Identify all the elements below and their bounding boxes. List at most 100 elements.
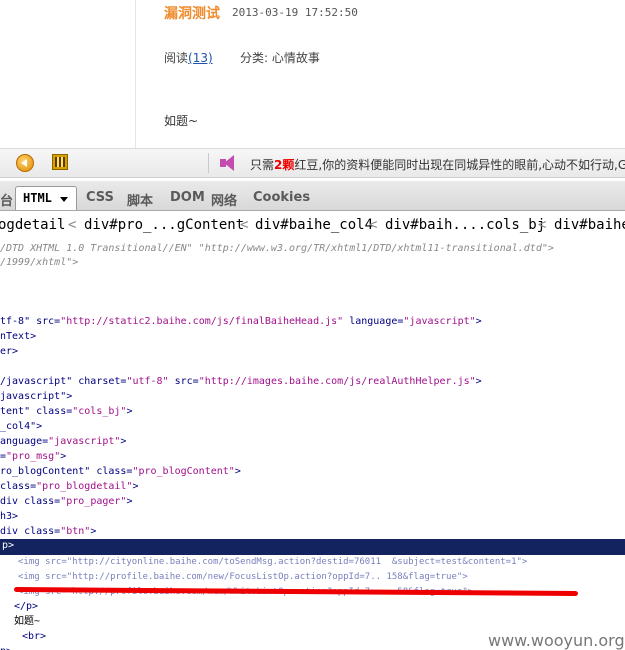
source-line[interactable]: ="pro_msg">: [0, 449, 66, 464]
speaker-icon: [220, 155, 236, 171]
crumb-separator-icon: <: [240, 217, 249, 233]
attr-value: "http://static2.baihe.com/js/finalBaiheH…: [60, 316, 344, 327]
firebug-tab-strip: 台 CSS 脚本 DOM 网络 Cookies: [0, 181, 625, 211]
source-line[interactable]: p>: [0, 644, 12, 650]
watermark: www.wooyun.org: [488, 631, 625, 650]
code-token: language=: [343, 316, 404, 327]
crumb-separator-icon: <: [68, 217, 77, 233]
code-token: er>: [0, 346, 19, 357]
crumb-item[interactable]: div#baihe_col4: [255, 217, 373, 233]
code-token: div class=: [0, 496, 61, 507]
code-token: >: [90, 526, 97, 537]
code-token: /javascript" charset=: [0, 376, 127, 387]
crumb-separator-icon: <: [538, 217, 547, 233]
code-token: >: [120, 436, 127, 447]
code-token: _col4">: [0, 421, 43, 432]
crumb-item[interactable]: ogdetail: [0, 217, 65, 233]
attr-value: "javascript": [48, 436, 121, 447]
code-token: >: [126, 406, 133, 417]
promo-message[interactable]: 只需2颗红豆,你的资料便能同时出现在同城异性的眼前,心动不如行动,Go: [250, 156, 625, 173]
element-breadcrumb: ogdetail < div#pro_...gContent < div#bai…: [0, 211, 625, 242]
tab-dom[interactable]: DOM: [170, 190, 205, 205]
code-token: >: [126, 496, 133, 507]
tab-html[interactable]: HTML: [15, 186, 77, 210]
attr-value: "pro_blogContent": [132, 466, 235, 477]
code-token: >: [60, 451, 67, 462]
code-token: tent" class=: [0, 406, 73, 417]
img-tag-line[interactable]: <img src="http://profile.baihe.com/new/F…: [18, 572, 468, 582]
source-line[interactable]: /DTD XHTML 1.0 Transitional//EN" "http:/…: [0, 241, 554, 256]
crumb-item[interactable]: div#baihe: [554, 217, 625, 233]
source-line[interactable]: anguage="javascript">: [0, 434, 126, 449]
selected-node[interactable]: p>: [0, 539, 625, 555]
tab-script[interactable]: 脚本: [127, 190, 153, 209]
source-line[interactable]: ro_blogContent" class="pro_blogContent">: [0, 464, 241, 479]
crumb-item[interactable]: div#pro_...gContent: [84, 217, 244, 233]
source-line[interactable]: tf-8" src="http://static2.baihe.com/js/f…: [0, 314, 482, 329]
html-source-panel: /DTD XHTML 1.0 Transitional//EN" "http:/…: [0, 241, 625, 650]
crumb-item[interactable]: div#baih....cols_bj: [385, 217, 545, 233]
source-line[interactable]: <br>: [22, 629, 46, 644]
code-token: javascript">: [0, 391, 73, 402]
back-arrow-icon[interactable]: [16, 154, 34, 172]
source-line[interactable]: div class="pro_pager">: [0, 494, 132, 509]
code-token: >: [475, 376, 482, 387]
attr-value: "btn": [60, 526, 91, 537]
source-line[interactable]: /javascript" charset="utf-8" src="http:/…: [0, 374, 482, 389]
attr-value: "cols_bj": [72, 406, 127, 417]
attr-value: "utf-8": [126, 376, 169, 387]
attr-value: "pro_msg": [6, 451, 61, 462]
attr-value: "javascript": [403, 316, 476, 327]
post-read-count: 阅读(13): [164, 49, 213, 66]
code-token: nText>: [0, 331, 37, 342]
tab-html-label: HTML: [23, 191, 52, 205]
app-grid-icon[interactable]: [52, 154, 68, 170]
code-token: /1999/xhtml">: [0, 257, 79, 268]
source-line[interactable]: /1999/xhtml">: [0, 255, 78, 270]
img-tag-line[interactable]: <img src="http://cityonline.baihe.com/to…: [18, 557, 527, 567]
tab-cookies[interactable]: Cookies: [253, 190, 310, 205]
attr-value: "http://images.baihe.com/js/realAuthHelp…: [198, 376, 476, 387]
read-label: 阅读: [164, 51, 189, 65]
post-date: 2013-03-19 17:52:50: [232, 6, 358, 19]
code-token: class=: [0, 481, 37, 492]
source-line[interactable]: javascript">: [0, 389, 72, 404]
source-line[interactable]: tent" class="cols_bj">: [0, 404, 132, 419]
promo-prefix: 只需: [250, 158, 275, 172]
crumb-separator-icon: <: [369, 217, 378, 233]
attr-value: "pro_pager": [60, 496, 127, 507]
source-line[interactable]: _col4">: [0, 419, 42, 434]
blog-post-area: 漏洞测试 2013-03-19 17:52:50 阅读(13) 分类: 心情故事…: [0, 0, 625, 148]
source-line[interactable]: div class="btn">: [0, 524, 96, 539]
message-bar: 只需2颗红豆,你的资料便能同时出现在同城异性的眼前,心动不如行动,Go: [0, 148, 625, 178]
read-count-link[interactable]: (13): [188, 51, 213, 65]
promo-highlight: 2颗: [274, 158, 295, 172]
toolbar-divider: [208, 153, 209, 173]
source-line[interactable]: class="pro_blogdetail">: [0, 479, 138, 494]
tab-net[interactable]: 网络: [211, 190, 237, 209]
post-category[interactable]: 分类: 心情故事: [240, 49, 320, 66]
source-line[interactable]: er>: [0, 344, 18, 359]
blog-divider: [135, 0, 136, 148]
post-title[interactable]: 漏洞测试: [164, 3, 220, 23]
attr-value: "pro_blogdetail": [36, 481, 133, 492]
code-token: >: [475, 316, 482, 327]
source-line[interactable]: h3>: [0, 509, 18, 524]
source-line[interactable]: nText>: [0, 329, 36, 344]
code-token: anguage=: [0, 436, 49, 447]
dropdown-caret-icon[interactable]: [60, 197, 68, 202]
code-token: src=: [168, 376, 199, 387]
code-token: /DTD XHTML 1.0 Transitional//EN" "http:/…: [0, 243, 554, 254]
tab-console[interactable]: 台: [0, 190, 13, 209]
code-token: div class=: [0, 526, 61, 537]
source-line[interactable]: 如题~: [14, 614, 40, 629]
source-line[interactable]: </p>: [14, 599, 38, 614]
code-token: ro_blogContent" class=: [0, 466, 133, 477]
selected-node-text: p>: [2, 540, 15, 551]
promo-rest: 红豆,你的资料便能同时出现在同城异性的眼前,心动不如行动,Go: [294, 158, 625, 172]
tab-css[interactable]: CSS: [86, 190, 114, 205]
code-token: h3>: [0, 511, 19, 522]
code-token: tf-8" src=: [0, 316, 61, 327]
post-body: 如题~: [164, 114, 199, 128]
code-token: >: [234, 466, 241, 477]
